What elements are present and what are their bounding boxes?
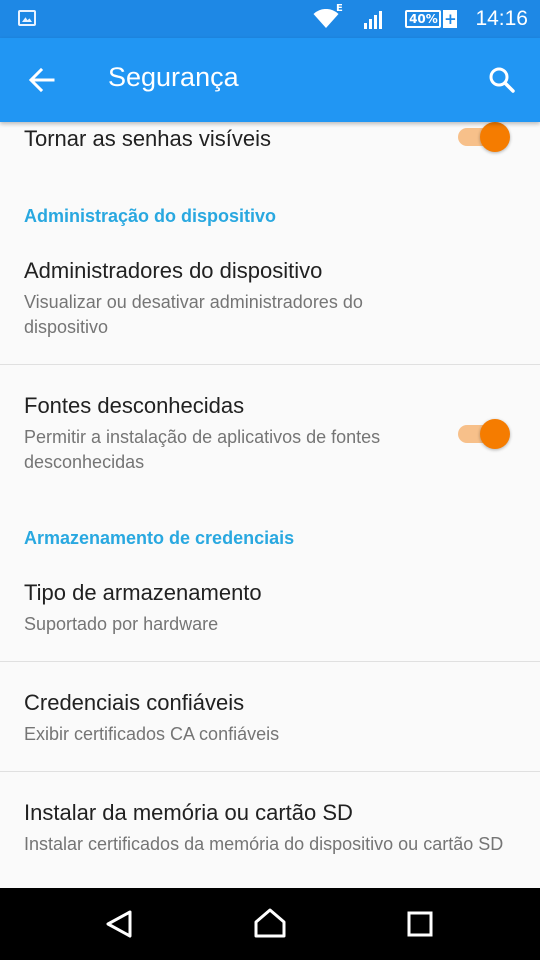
wifi-icon — [313, 9, 339, 28]
arrow-back-icon — [28, 67, 55, 93]
nav-back-button[interactable] — [98, 902, 142, 946]
setting-install-from-sd[interactable]: Instalar da memória ou cartão SD Instala… — [0, 772, 540, 888]
show-passwords-toggle[interactable] — [458, 122, 510, 156]
home-icon — [254, 908, 286, 938]
battery-indicator: 40% + — [405, 10, 458, 28]
toggle-thumb — [480, 419, 510, 449]
setting-trusted-credentials[interactable]: Credenciais confiáveis Exibir certificad… — [0, 662, 540, 771]
settings-list[interactable]: Tornar as senhas visíveis Administração … — [0, 122, 540, 888]
setting-title: Tipo de armazenamento — [24, 580, 262, 605]
setting-summary: Exibir certificados CA confiáveis — [24, 724, 280, 744]
app-bar: Segurança — [0, 38, 540, 122]
navigation-bar — [0, 888, 540, 960]
signal-icon — [364, 11, 383, 29]
clock: 14:16 — [475, 7, 528, 30]
battery-level: 40% — [405, 10, 442, 28]
setting-title: Fontes desconhecidas — [24, 393, 245, 418]
setting-title: Administradores do dispositivo — [24, 258, 323, 283]
recents-icon — [407, 911, 433, 937]
setting-title: Instalar da memória ou cartão SD — [24, 800, 353, 825]
setting-summary: Permitir a instalação de aplicativos de … — [24, 427, 381, 472]
search-button[interactable] — [480, 58, 524, 102]
nav-recents-button[interactable] — [398, 902, 442, 946]
setting-device-admins[interactable]: Administradores do dispositivo Visualiza… — [0, 246, 540, 364]
unknown-sources-toggle[interactable] — [458, 413, 510, 453]
status-bar: E 40% + 14:16 — [0, 0, 540, 38]
back-button[interactable] — [20, 58, 64, 102]
setting-summary: Instalar certificados da memória do disp… — [24, 834, 504, 854]
setting-storage-type[interactable]: Tipo de armazenamento Suportado por hard… — [0, 568, 540, 662]
section-header-credential-storage: Armazenamento de credenciais — [24, 528, 295, 548]
setting-summary: Visualizar ou desativar administradores … — [24, 292, 363, 337]
setting-title: Tornar as senhas visíveis — [24, 126, 271, 151]
gallery-notification-icon — [18, 10, 36, 26]
nav-home-button[interactable] — [248, 902, 292, 946]
triangle-back-icon — [106, 910, 132, 938]
setting-title: Credenciais confiáveis — [24, 690, 245, 715]
setting-show-passwords[interactable]: Tornar as senhas visíveis — [0, 122, 540, 182]
charging-icon: + — [443, 10, 458, 28]
setting-unknown-sources[interactable]: Fontes desconhecidas Permitir a instalaç… — [0, 365, 540, 485]
setting-summary: Suportado por hardware — [24, 614, 219, 634]
section-header-device-admin: Administração do dispositivo — [24, 206, 277, 226]
search-icon — [489, 67, 515, 93]
toggle-thumb — [480, 122, 510, 152]
page-title: Segurança — [108, 62, 239, 92]
